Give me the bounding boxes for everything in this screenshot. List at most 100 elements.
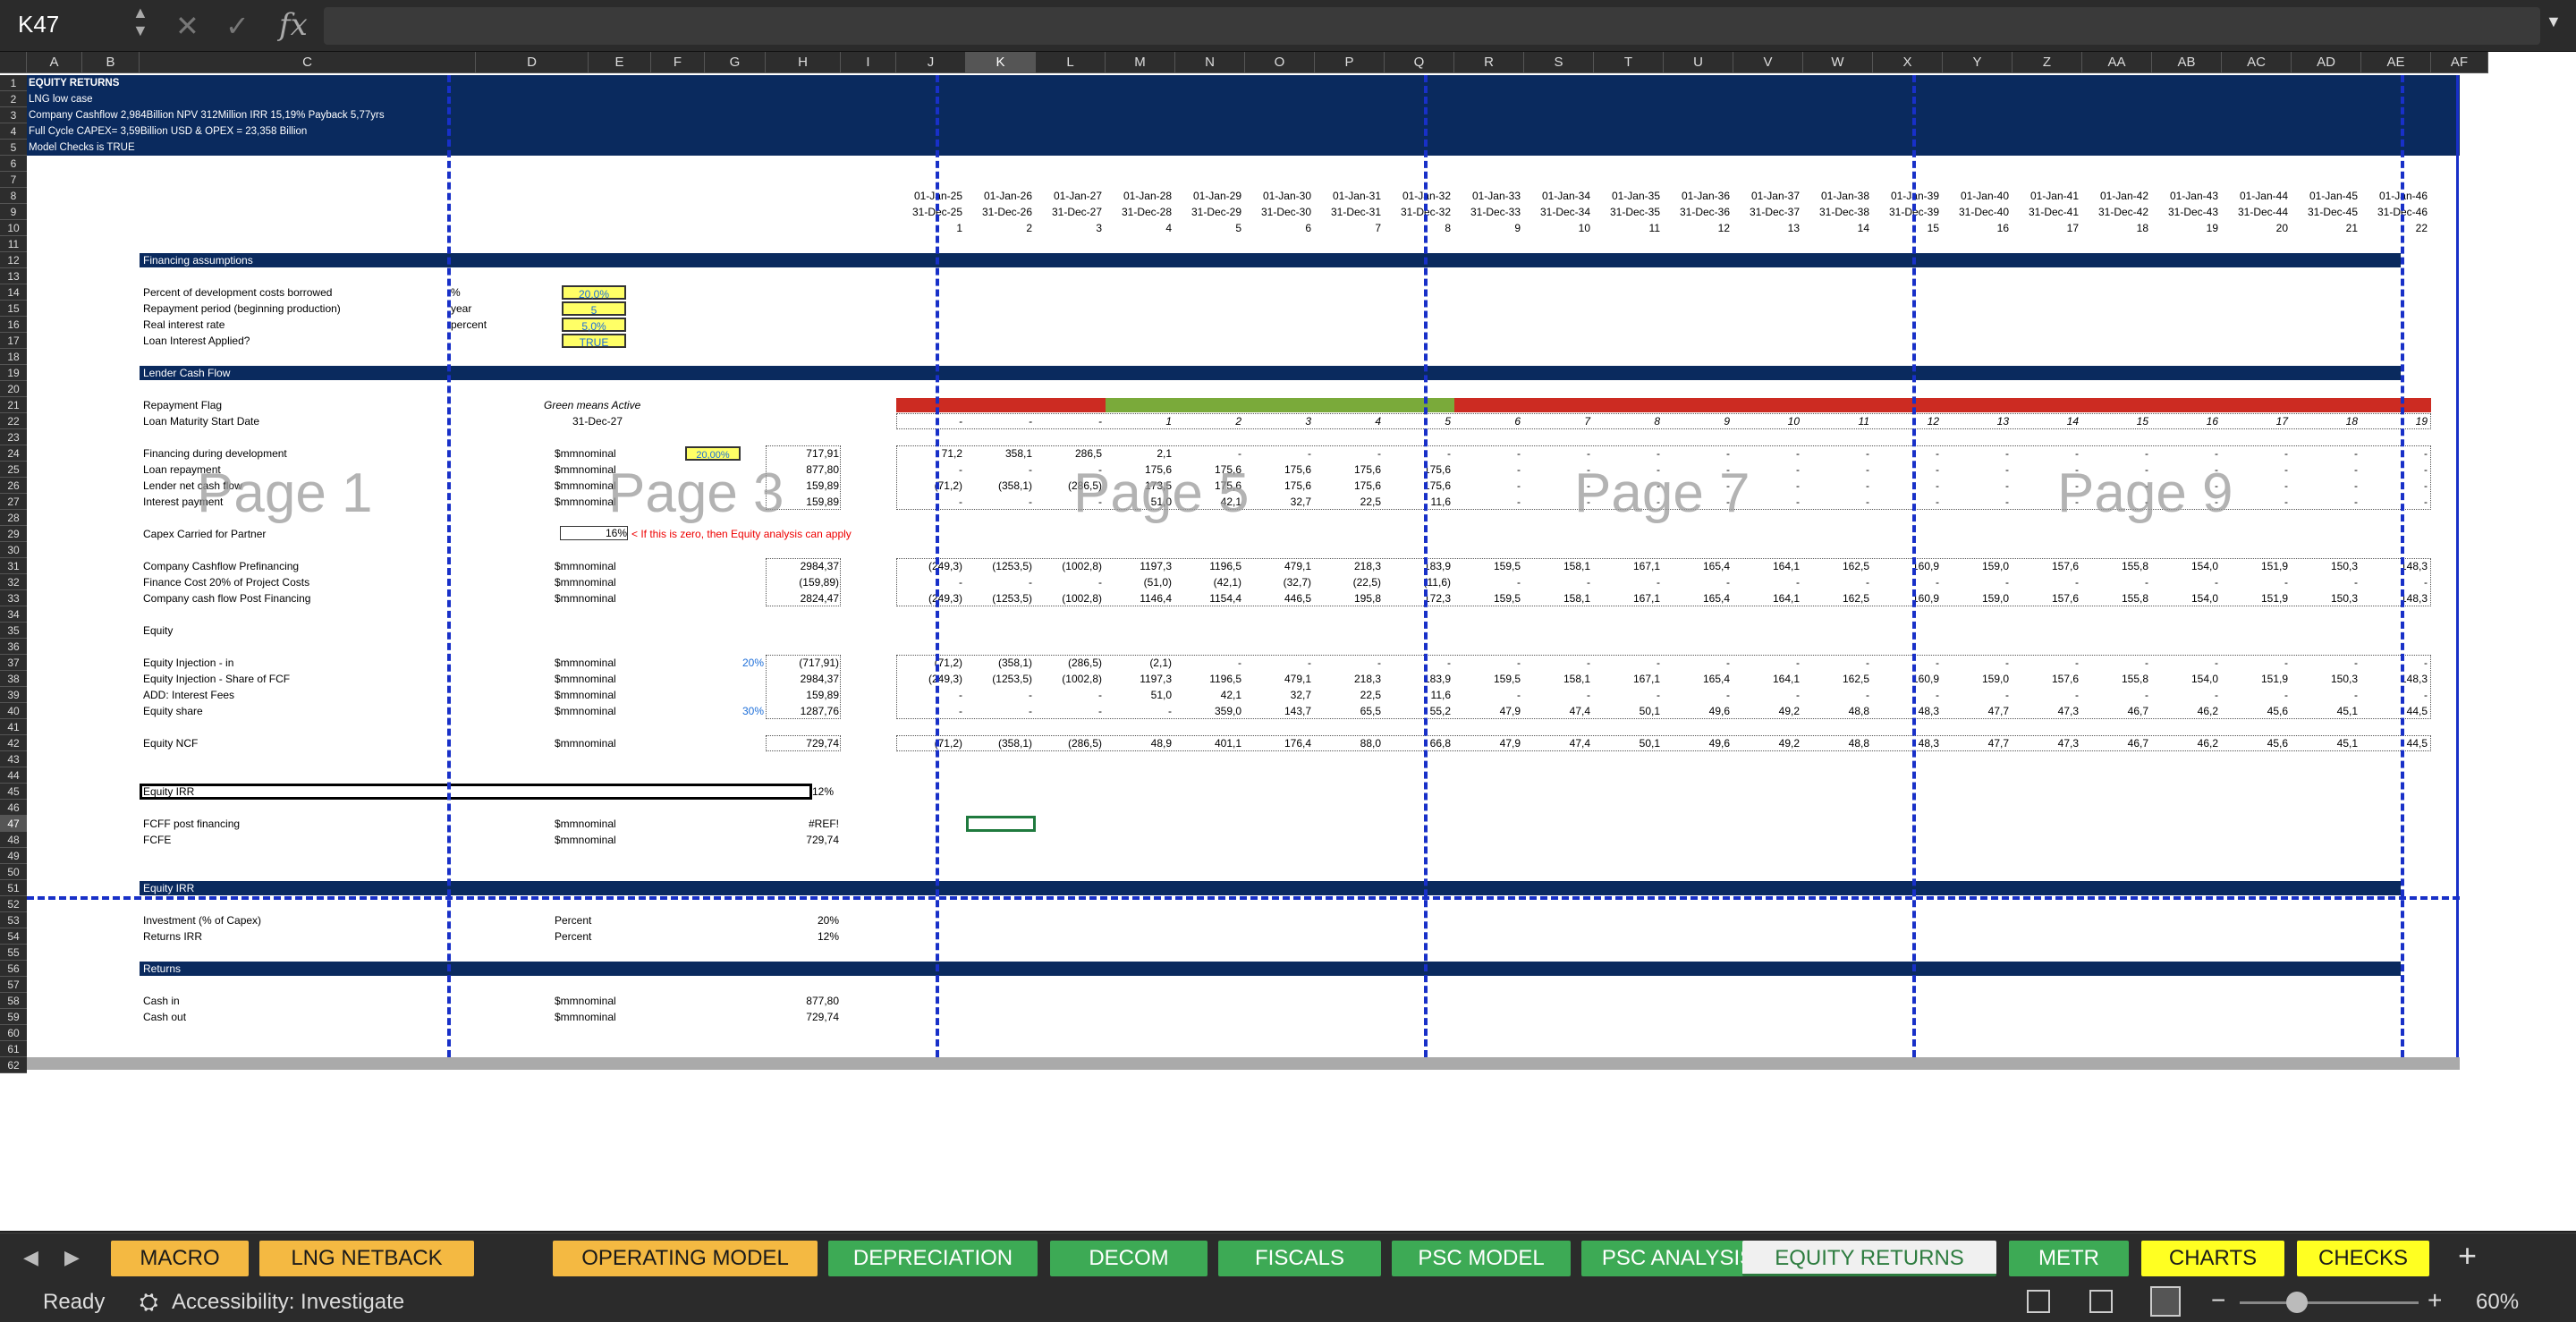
row-header[interactable]: 61	[0, 1041, 27, 1057]
accessibility-icon[interactable]: ⛭	[140, 1288, 158, 1317]
column-header[interactable]: O	[1245, 52, 1315, 73]
row-header[interactable]: 47	[0, 816, 27, 832]
row-header[interactable]: 4	[0, 123, 27, 140]
row-header[interactable]: 17	[0, 333, 27, 349]
row-header[interactable]: 27	[0, 494, 27, 510]
row-header[interactable]: 3	[0, 107, 27, 123]
column-header[interactable]: D	[476, 52, 589, 73]
cancel-icon[interactable]: ✕	[175, 9, 199, 43]
financing-input[interactable]: 5,0%	[562, 318, 626, 333]
row-header[interactable]: 45	[0, 784, 27, 800]
row-header[interactable]: 5	[0, 140, 27, 156]
row-header[interactable]: 31	[0, 558, 27, 574]
column-header[interactable]: P	[1315, 52, 1385, 73]
normal-view-icon[interactable]	[2027, 1290, 2050, 1313]
row-header[interactable]: 16	[0, 317, 27, 333]
column-header[interactable]: F	[651, 52, 705, 73]
row-header[interactable]: 13	[0, 268, 27, 284]
row-header[interactable]: 8	[0, 188, 27, 204]
row-header[interactable]: 10	[0, 220, 27, 236]
financing-input[interactable]: 20,0%	[562, 285, 626, 301]
cash-value[interactable]: 729,74	[766, 1009, 839, 1025]
worksheet-grid[interactable]: A B C D E F G H I J K L M N O P Q R S T U V W X Y Z AA AB AC AD AE AF 1 2…	[0, 52, 2576, 1231]
row-header[interactable]: 12	[0, 252, 27, 268]
accessibility-status[interactable]: Accessibility: Investigate	[172, 1290, 404, 1315]
row-header[interactable]: 43	[0, 751, 27, 767]
column-header[interactable]: V	[1733, 52, 1803, 73]
row-header[interactable]: 30	[0, 542, 27, 558]
row-header[interactable]: 62	[0, 1057, 27, 1073]
row-header[interactable]: 40	[0, 703, 27, 719]
add-sheet-icon[interactable]: +	[2458, 1237, 2477, 1275]
insert-function-icon[interactable]: fx	[279, 7, 308, 43]
column-header[interactable]: T	[1594, 52, 1664, 73]
column-header[interactable]: K	[966, 52, 1036, 73]
sheet-tab[interactable]: CHECKS	[2297, 1241, 2429, 1276]
row-header[interactable]: 21	[0, 397, 27, 413]
sheet-tab[interactable]: FISCALS	[1218, 1241, 1381, 1276]
row-header[interactable]: 50	[0, 864, 27, 880]
row-header[interactable]: 34	[0, 606, 27, 623]
column-header[interactable]: N	[1175, 52, 1245, 73]
equity-irr-value[interactable]: 12%	[766, 784, 834, 800]
column-header[interactable]: AC	[2222, 52, 2292, 73]
row-header[interactable]: 35	[0, 623, 27, 639]
row-header[interactable]: 36	[0, 639, 27, 655]
row-header[interactable]: 38	[0, 671, 27, 687]
sheet-tab[interactable]: METR	[2009, 1241, 2129, 1276]
line-item-share-pct[interactable]: 30%	[705, 703, 764, 719]
zoom-out-icon[interactable]: −	[2211, 1286, 2225, 1315]
sheet-tab[interactable]: DEPRECIATION	[828, 1241, 1038, 1276]
row-header[interactable]: 28	[0, 510, 27, 526]
row-header[interactable]: 53	[0, 912, 27, 928]
column-header[interactable]: W	[1803, 52, 1873, 73]
financing-input[interactable]: 5	[562, 301, 626, 317]
row-header[interactable]: 20	[0, 381, 27, 397]
select-all-corner[interactable]	[0, 52, 27, 73]
next-sheet-icon[interactable]: ▶	[64, 1246, 80, 1269]
cash-value[interactable]: 877,80	[766, 993, 839, 1009]
financing-input[interactable]: TRUE	[562, 334, 626, 349]
sheet-tab[interactable]: OPERATING MODEL	[553, 1241, 818, 1276]
zoom-level[interactable]: 60%	[2476, 1290, 2519, 1315]
active-cell-k47[interactable]	[966, 816, 1036, 832]
page-layout-view-icon[interactable]	[2089, 1290, 2113, 1313]
column-header[interactable]: C	[140, 52, 476, 73]
row-header[interactable]: 19	[0, 365, 27, 381]
row-header[interactable]: 22	[0, 413, 27, 429]
row-header[interactable]: 56	[0, 961, 27, 977]
row-header[interactable]: 52	[0, 896, 27, 912]
row-header[interactable]: 9	[0, 204, 27, 220]
row-header[interactable]: 60	[0, 1025, 27, 1041]
financing-pct-input[interactable]: 20,00%	[685, 446, 741, 461]
row-header[interactable]: 49	[0, 848, 27, 864]
row-header[interactable]: 54	[0, 928, 27, 945]
enter-icon[interactable]: ✓	[225, 9, 250, 43]
column-header[interactable]: B	[82, 52, 140, 73]
row-header[interactable]: 51	[0, 880, 27, 896]
row-header[interactable]: 46	[0, 800, 27, 816]
zoom-slider-thumb[interactable]	[2286, 1292, 2308, 1313]
sheet-tab[interactable]: CHARTS	[2141, 1241, 2284, 1276]
line-item-share-pct[interactable]: 20%	[705, 655, 764, 671]
column-header[interactable]: AB	[2152, 52, 2222, 73]
zoom-slider[interactable]	[2240, 1301, 2419, 1304]
row-header[interactable]: 33	[0, 590, 27, 606]
row-header[interactable]: 6	[0, 156, 27, 172]
row-header[interactable]: 55	[0, 945, 27, 961]
column-header[interactable]: AE	[2361, 52, 2431, 73]
row-header[interactable]: 58	[0, 993, 27, 1009]
column-header[interactable]: G	[705, 52, 766, 73]
row-header[interactable]: 18	[0, 349, 27, 365]
row-header[interactable]: 1	[0, 75, 27, 91]
column-header[interactable]: Z	[2012, 52, 2082, 73]
row-header[interactable]: 11	[0, 236, 27, 252]
row-header[interactable]: 42	[0, 735, 27, 751]
column-header[interactable]: S	[1524, 52, 1594, 73]
column-header[interactable]: AA	[2082, 52, 2152, 73]
prev-sheet-icon[interactable]: ◀	[23, 1246, 38, 1269]
column-header[interactable]: U	[1664, 52, 1733, 73]
column-header[interactable]: R	[1454, 52, 1524, 73]
row-header[interactable]: 2	[0, 91, 27, 107]
row-header[interactable]: 24	[0, 445, 27, 462]
